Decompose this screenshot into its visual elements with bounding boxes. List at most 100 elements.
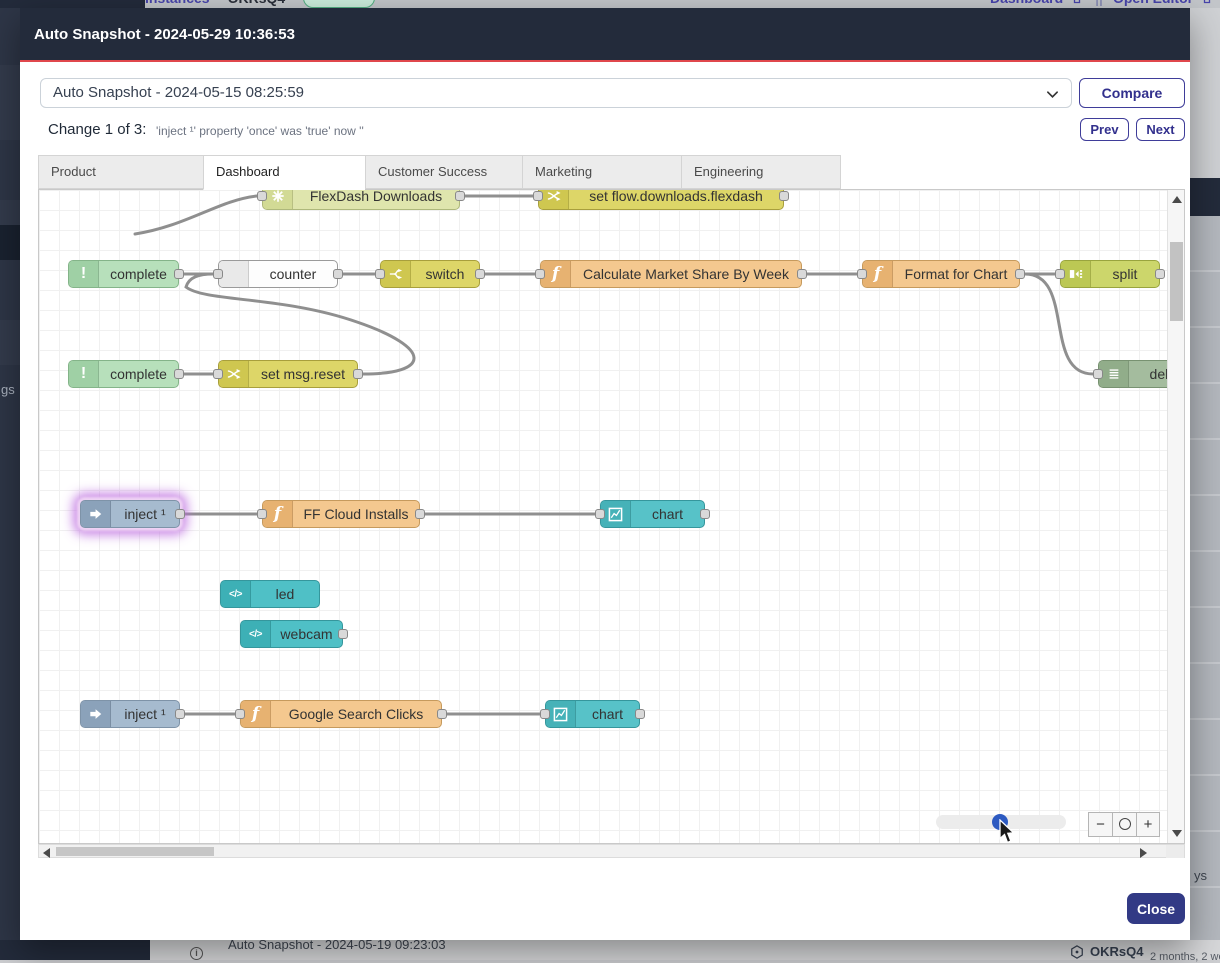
tab-engineering[interactable]: Engineering (681, 155, 841, 189)
background-sidebar: gs (0, 8, 20, 960)
input-port (235, 709, 245, 719)
node-inject-1[interactable]: inject ¹ (80, 500, 180, 528)
node-label: webcam (271, 621, 342, 647)
snapshot-select[interactable]: Auto Snapshot - 2024-05-15 08:25:59 (40, 78, 1072, 108)
output-port (353, 369, 363, 379)
info-icon: i (190, 947, 203, 960)
horizontal-scrollbar[interactable] (38, 844, 1185, 858)
background-text-fragment: ys (1194, 868, 1207, 883)
chevron-down-icon (1046, 88, 1059, 101)
line-chart-icon (546, 701, 576, 727)
flow-canvas[interactable]: FlexDash Downloads set flow.downloads.fle… (38, 189, 1185, 844)
modal-title: Auto Snapshot - 2024-05-29 10:36:53 (20, 8, 1190, 62)
horizontal-scrollbar-thumb[interactable] (56, 847, 214, 856)
input-port (213, 269, 223, 279)
output-port (700, 509, 710, 519)
flow-tabs: ProductDashboardCustomer SuccessMarketin… (38, 155, 841, 190)
input-port (257, 191, 267, 201)
background-right-column (1190, 8, 1220, 960)
breadcrumb-section[interactable]: Instances (145, 0, 210, 6)
tab-marketing[interactable]: Marketing (522, 155, 681, 189)
scroll-right-arrow[interactable] (1140, 848, 1147, 858)
node-complete-1[interactable]: !complete (68, 260, 179, 288)
compare-button[interactable]: Compare (1079, 78, 1185, 108)
prev-button[interactable]: Prev (1080, 118, 1129, 141)
node-led[interactable]: </>led (220, 580, 320, 608)
zoom-reset-button[interactable] (1112, 812, 1136, 837)
node-label: chart (576, 701, 639, 727)
node-label: FlexDash Downloads (293, 189, 459, 209)
next-button[interactable]: Next (1136, 118, 1185, 141)
tab-product[interactable]: Product (38, 155, 203, 189)
node-webcam[interactable]: </>webcam (240, 620, 343, 648)
wire-setmsgreset-to-counter (186, 274, 414, 374)
exclamation-icon: ! (69, 361, 99, 387)
instance-hexagon-icon (1070, 945, 1084, 959)
change-shuffle-icon (539, 189, 569, 209)
node-inject-2[interactable]: inject ¹ (80, 700, 180, 728)
tab-customer-success[interactable]: Customer Success (365, 155, 522, 189)
node-google-search-clicks[interactable]: fGoogle Search Clicks (240, 700, 442, 728)
node-switch[interactable]: switch (380, 260, 480, 288)
output-port (1015, 269, 1025, 279)
wire-format-to-debug (1025, 274, 1093, 374)
node-ff-cloud-installs[interactable]: fFF Cloud Installs (262, 500, 420, 528)
node-set-msg-reset[interactable]: set msg.reset (218, 360, 358, 388)
debug-list-icon (1099, 361, 1129, 387)
dashboard-link[interactable]: Dashboard (990, 0, 1063, 6)
node-complete-2[interactable]: !complete (68, 360, 179, 388)
open-editor-link[interactable]: Open Editor (1113, 0, 1193, 6)
node-label: set msg.reset (249, 361, 357, 387)
close-button[interactable]: Close (1127, 893, 1185, 924)
scroll-up-arrow[interactable] (1172, 196, 1182, 203)
input-port (595, 509, 605, 519)
vertical-scrollbar-thumb[interactable] (1170, 242, 1183, 321)
input-port (535, 269, 545, 279)
zoom-out-button[interactable]: − (1088, 812, 1112, 837)
sidebar-label-fragment[interactable]: gs (1, 382, 15, 397)
node-label: inject ¹ (111, 501, 179, 527)
output-port (437, 709, 447, 719)
wire-into-flexdash (135, 196, 257, 234)
flexdash-star-icon (263, 189, 293, 209)
output-port (175, 509, 185, 519)
node-chart-1[interactable]: chart (600, 500, 705, 528)
node-label: switch (411, 261, 479, 287)
input-port (1055, 269, 1065, 279)
inject-arrow-icon (81, 501, 111, 527)
output-port (475, 269, 485, 279)
zoom-slider-thumb[interactable] (992, 814, 1008, 830)
vertical-scrollbar[interactable] (1167, 190, 1184, 843)
function-f-icon: f (541, 261, 571, 287)
output-port (1155, 269, 1165, 279)
line-chart-icon (601, 501, 631, 527)
node-label: split (1091, 261, 1159, 287)
output-port (415, 509, 425, 519)
zoom-in-button[interactable]: + (1136, 812, 1160, 837)
function-f-icon: f (241, 701, 271, 727)
node-split[interactable]: split (1060, 260, 1160, 288)
node-label: Calculate Market Share By Week (571, 261, 801, 287)
zoom-slider[interactable] (936, 815, 1066, 829)
exclamation-icon: ! (69, 261, 99, 287)
background-instance-name[interactable]: OKRsQ4 (1090, 944, 1143, 959)
instance-status-badge (303, 0, 375, 8)
node-flexdash-downloads[interactable]: FlexDash Downloads (262, 189, 460, 210)
node-format-for-chart[interactable]: fFormat for Chart (862, 260, 1020, 288)
tab-dashboard[interactable]: Dashboard (203, 155, 365, 190)
node-calculate-market-share-by-week[interactable]: fCalculate Market Share By Week (540, 260, 802, 288)
zoom-reset-circle-icon (1119, 818, 1131, 830)
output-port (174, 369, 184, 379)
inject-arrow-icon (81, 701, 111, 727)
change-detail-text: 'inject ¹' property 'once' was 'true' no… (156, 124, 364, 138)
zoom-button-group: − + (1088, 812, 1160, 837)
input-port (540, 709, 550, 719)
node-chart-2[interactable]: chart (545, 700, 640, 728)
function-f-icon: f (263, 501, 293, 527)
scroll-down-arrow[interactable] (1172, 830, 1182, 837)
external-link-icon (1203, 0, 1215, 4)
scrollbar-corner (1166, 845, 1184, 858)
node-counter[interactable]: counter (218, 260, 338, 288)
scroll-left-arrow[interactable] (43, 848, 50, 858)
node-set-flow-downloads-flexdash[interactable]: set flow.downloads.flexdash (538, 189, 784, 210)
